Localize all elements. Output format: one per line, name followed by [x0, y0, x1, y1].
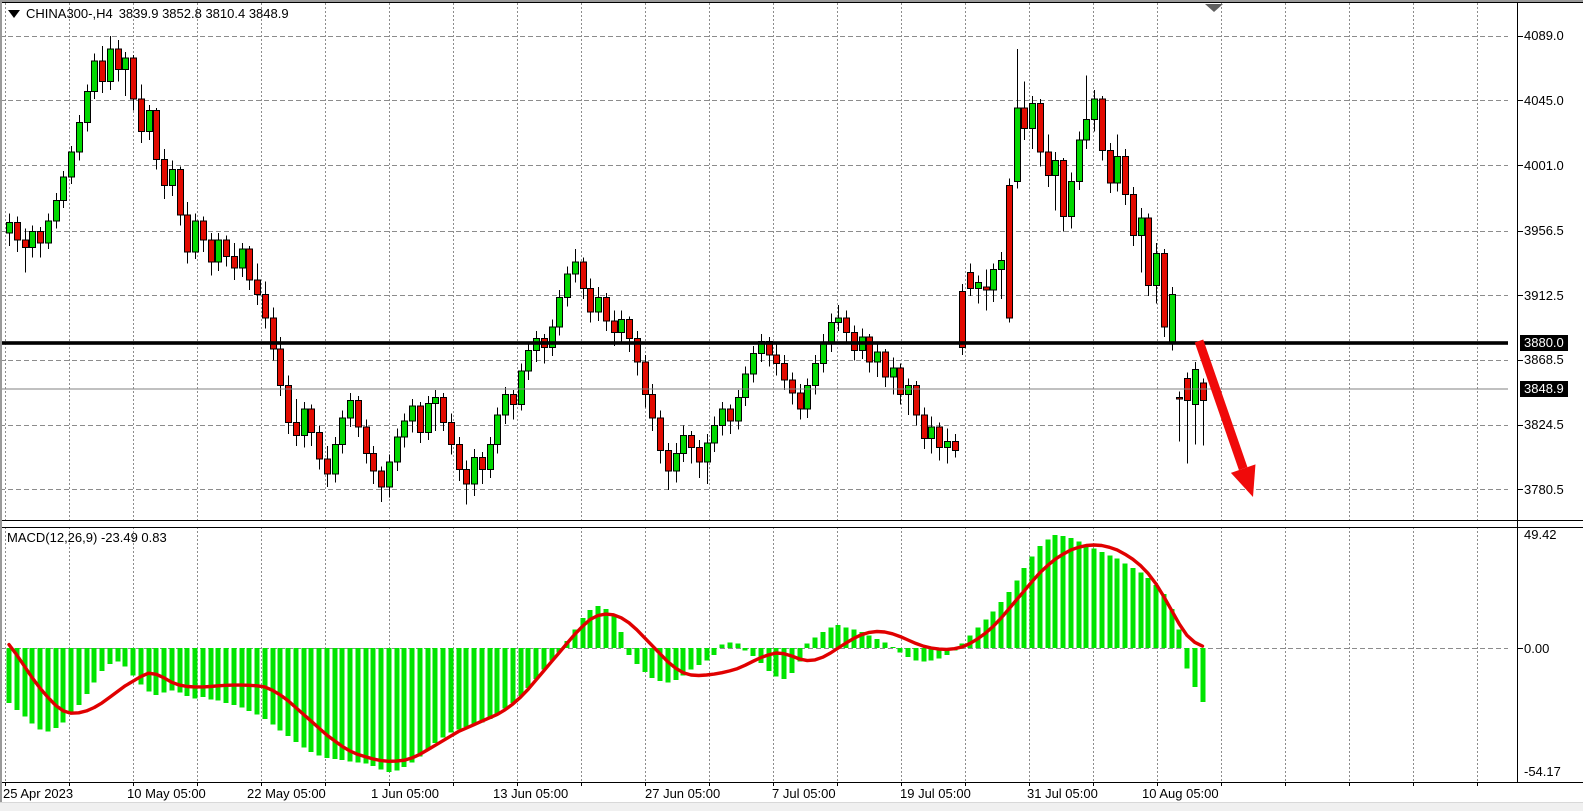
- window-bottom-strip: [0, 802, 1583, 811]
- time-axis-label: 10 Aug 05:00: [1142, 786, 1219, 801]
- object-anchor-marker-icon[interactable]: [1205, 4, 1223, 12]
- price-axis-label: 3912.5: [1524, 288, 1564, 303]
- macd-axis-label: 0.00: [1524, 641, 1549, 656]
- time-axis-label: 27 Jun 05:00: [645, 786, 720, 801]
- price-axis-label: 4001.0: [1524, 158, 1564, 173]
- time-axis-label: 1 Jun 05:00: [371, 786, 439, 801]
- chart-window: CHINA300-,H4 3839.9 3852.8 3810.4 3848.9…: [0, 0, 1583, 811]
- hline-price-label: 3880.0: [1520, 335, 1568, 351]
- window-top-border: [0, 0, 1583, 2]
- macd-axis-label: 49.42: [1524, 527, 1557, 542]
- price-axis-label: 4045.0: [1524, 93, 1564, 108]
- time-axis-label: 13 Jun 05:00: [493, 786, 568, 801]
- macd-values: -23.49 0.83: [101, 530, 167, 545]
- symbol-period-label: CHINA300-,H4: [26, 6, 113, 21]
- trend-arrow[interactable]: [1199, 341, 1255, 497]
- time-axis-label: 7 Jul 05:00: [772, 786, 836, 801]
- ohlc-readout: 3839.9 3852.8 3810.4 3848.9: [119, 6, 289, 21]
- macd-axis-label: -54.17: [1524, 764, 1561, 779]
- time-axis-label: 31 Jul 05:00: [1027, 786, 1098, 801]
- bid-price-label: 3848.9: [1520, 381, 1568, 397]
- candlestick-series: [6, 36, 1206, 505]
- price-axis-label: 3780.5: [1524, 482, 1564, 497]
- chart-canvas[interactable]: [0, 0, 1583, 811]
- price-axis-label: 3956.5: [1524, 223, 1564, 238]
- chart-title: CHINA300-,H4 3839.9 3852.8 3810.4 3848.9: [8, 6, 289, 21]
- price-axis-label: 4089.0: [1524, 28, 1564, 43]
- macd-histogram: [7, 535, 1206, 772]
- time-axis-label: 22 May 05:00: [247, 786, 326, 801]
- price-axis-label: 3824.5: [1524, 417, 1564, 432]
- indicator-label: MACD(12,26,9) -23.49 0.83: [7, 530, 167, 545]
- symbol-dropdown-icon: [8, 10, 20, 18]
- macd-name: MACD(12,26,9): [7, 530, 97, 545]
- window-left-border: [0, 0, 2, 811]
- price-axis-label: 3868.5: [1524, 352, 1564, 367]
- time-axis-label: 10 May 05:00: [127, 786, 206, 801]
- time-axis-label: 25 Apr 2023: [3, 786, 73, 801]
- time-axis-label: 19 Jul 05:00: [900, 786, 971, 801]
- horizontal-line-3880[interactable]: [0, 341, 1508, 345]
